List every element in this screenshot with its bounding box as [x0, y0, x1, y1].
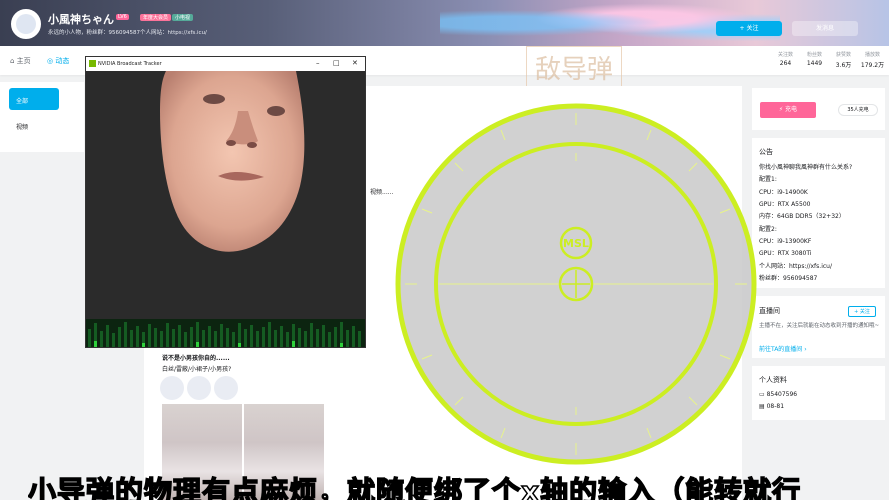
- stat-following[interactable]: 关注数 264: [771, 51, 800, 69]
- sticker: [214, 376, 238, 400]
- nvidia-tracker-window: NVIDIA Broadcast Tracker – □ ✕: [85, 56, 366, 348]
- birthday-value: 08-81: [766, 403, 785, 410]
- uid-row: ▭ 85407596: [759, 391, 797, 398]
- notice-title: 公告: [759, 148, 773, 156]
- stat-value: 3.6万: [835, 62, 852, 69]
- vip-badge: 年度大会员: [140, 14, 172, 21]
- live-title: 直播间: [759, 307, 780, 315]
- tab-home-label: 主页: [16, 57, 31, 65]
- hud-label: MSL: [563, 237, 589, 250]
- charge-label: 充电: [785, 106, 798, 113]
- stat-likes: 获赞数 3.6万: [829, 51, 858, 69]
- tab-dynamic[interactable]: ◎ 动态: [47, 56, 69, 66]
- video-subtitle: 小导弹的物理有点麻烦，就随便绑了个x轴的输入（能转就行: [28, 474, 802, 500]
- notice-line: 粉丝群：956094587: [759, 275, 818, 282]
- sticker-row: [160, 376, 238, 400]
- charge-count[interactable]: 35人充电: [838, 104, 878, 116]
- stat-value: 1449: [806, 60, 823, 67]
- face-mesh-render: [160, 71, 305, 252]
- stat-value: 179.2万: [860, 62, 885, 69]
- tab-dynamic-label: 动态: [55, 57, 70, 65]
- live-desc: 主播不在，关注后就能在动态收到开播的通知哦~: [759, 323, 880, 329]
- medal-badge: 小电视: [172, 14, 194, 21]
- stat-label: 播放数: [864, 52, 880, 58]
- audio-level-bars: [86, 319, 365, 347]
- stat-value: 264: [779, 60, 792, 67]
- notice-line: 内存：64GB DDR5（32+32）: [759, 213, 845, 220]
- nvidia-logo-icon: [89, 60, 96, 67]
- signature: 永远的小人物，粉丝群：956094587个人网站：https://xfs.icu…: [48, 30, 207, 36]
- avatar[interactable]: [11, 9, 41, 39]
- level-badge: LV6: [116, 14, 129, 20]
- tab-home[interactable]: ⌂ 主页: [10, 56, 31, 66]
- sticker: [187, 376, 211, 400]
- window-titlebar[interactable]: NVIDIA Broadcast Tracker – □ ✕: [86, 57, 365, 71]
- stat-followers[interactable]: 粉丝数 1449: [800, 51, 829, 69]
- stats-bar: 关注数 264 粉丝数 1449 获赞数 3.6万 播放数 179.2万: [771, 51, 887, 69]
- profile-banner: 小風神ちゃん LV6 年度大会员 小电视 永远的小人物，粉丝群：95609458…: [0, 0, 889, 46]
- dynamic-filter-menu: 全部 视频: [0, 82, 84, 152]
- notice-line: CPU：i9-13900KF: [759, 238, 812, 245]
- notice-line: 个人网站：https://xfs.icu/: [759, 263, 832, 270]
- window-title: NVIDIA Broadcast Tracker: [98, 61, 162, 67]
- info-title: 个人资料: [759, 376, 787, 384]
- birthday-row: ▤ 08-81: [759, 403, 784, 410]
- stat-label: 粉丝数: [806, 52, 822, 58]
- stat-label: 关注数: [777, 52, 793, 58]
- notice-line: 配置1:: [759, 176, 777, 183]
- live-room-link[interactable]: 前往TA的直播间 ›: [759, 344, 807, 353]
- level-meter: [88, 322, 361, 347]
- stat-label: 获赞数: [835, 52, 851, 58]
- notice-line: 配置2:: [759, 226, 777, 233]
- notice-line: GPU：RTX A5500: [759, 201, 811, 208]
- calendar-icon: ▤: [759, 403, 767, 410]
- post-tags: 白丝/雷蔽/小裙子/小男孩?: [162, 366, 232, 373]
- home-icon: ⌂: [10, 57, 17, 65]
- follow-button[interactable]: + 关注: [716, 21, 782, 36]
- message-button[interactable]: 发消息: [792, 21, 858, 36]
- maximize-button[interactable]: □: [333, 59, 340, 67]
- notice-line: 你找小風神聊我風神群有什么关系?: [759, 164, 853, 171]
- notice-line: GPU：RTX 3080Ti: [759, 250, 812, 257]
- id-card-icon: ▭: [759, 391, 767, 398]
- username: 小風神ちゃん: [48, 13, 114, 26]
- sticker: [160, 376, 184, 400]
- filter-video[interactable]: 视频: [9, 114, 59, 136]
- close-button[interactable]: ✕: [352, 59, 358, 67]
- post-title: 说不是小男孩你自的......: [162, 355, 230, 362]
- charge-button[interactable]: ⚡ 充电: [760, 102, 816, 118]
- face-tracking-preview: [86, 71, 365, 319]
- live-follow-button[interactable]: + 关注: [848, 306, 876, 317]
- stat-plays: 播放数 179.2万: [858, 51, 887, 69]
- filter-all[interactable]: 全部: [9, 88, 59, 110]
- missile-hud: MSL: [395, 103, 757, 465]
- notice-line: CPU：i9-14900K: [759, 189, 808, 196]
- uid-value: 85407596: [766, 391, 798, 398]
- minimize-button[interactable]: –: [316, 59, 320, 67]
- feed-inline-video-text: 视频......: [370, 189, 394, 196]
